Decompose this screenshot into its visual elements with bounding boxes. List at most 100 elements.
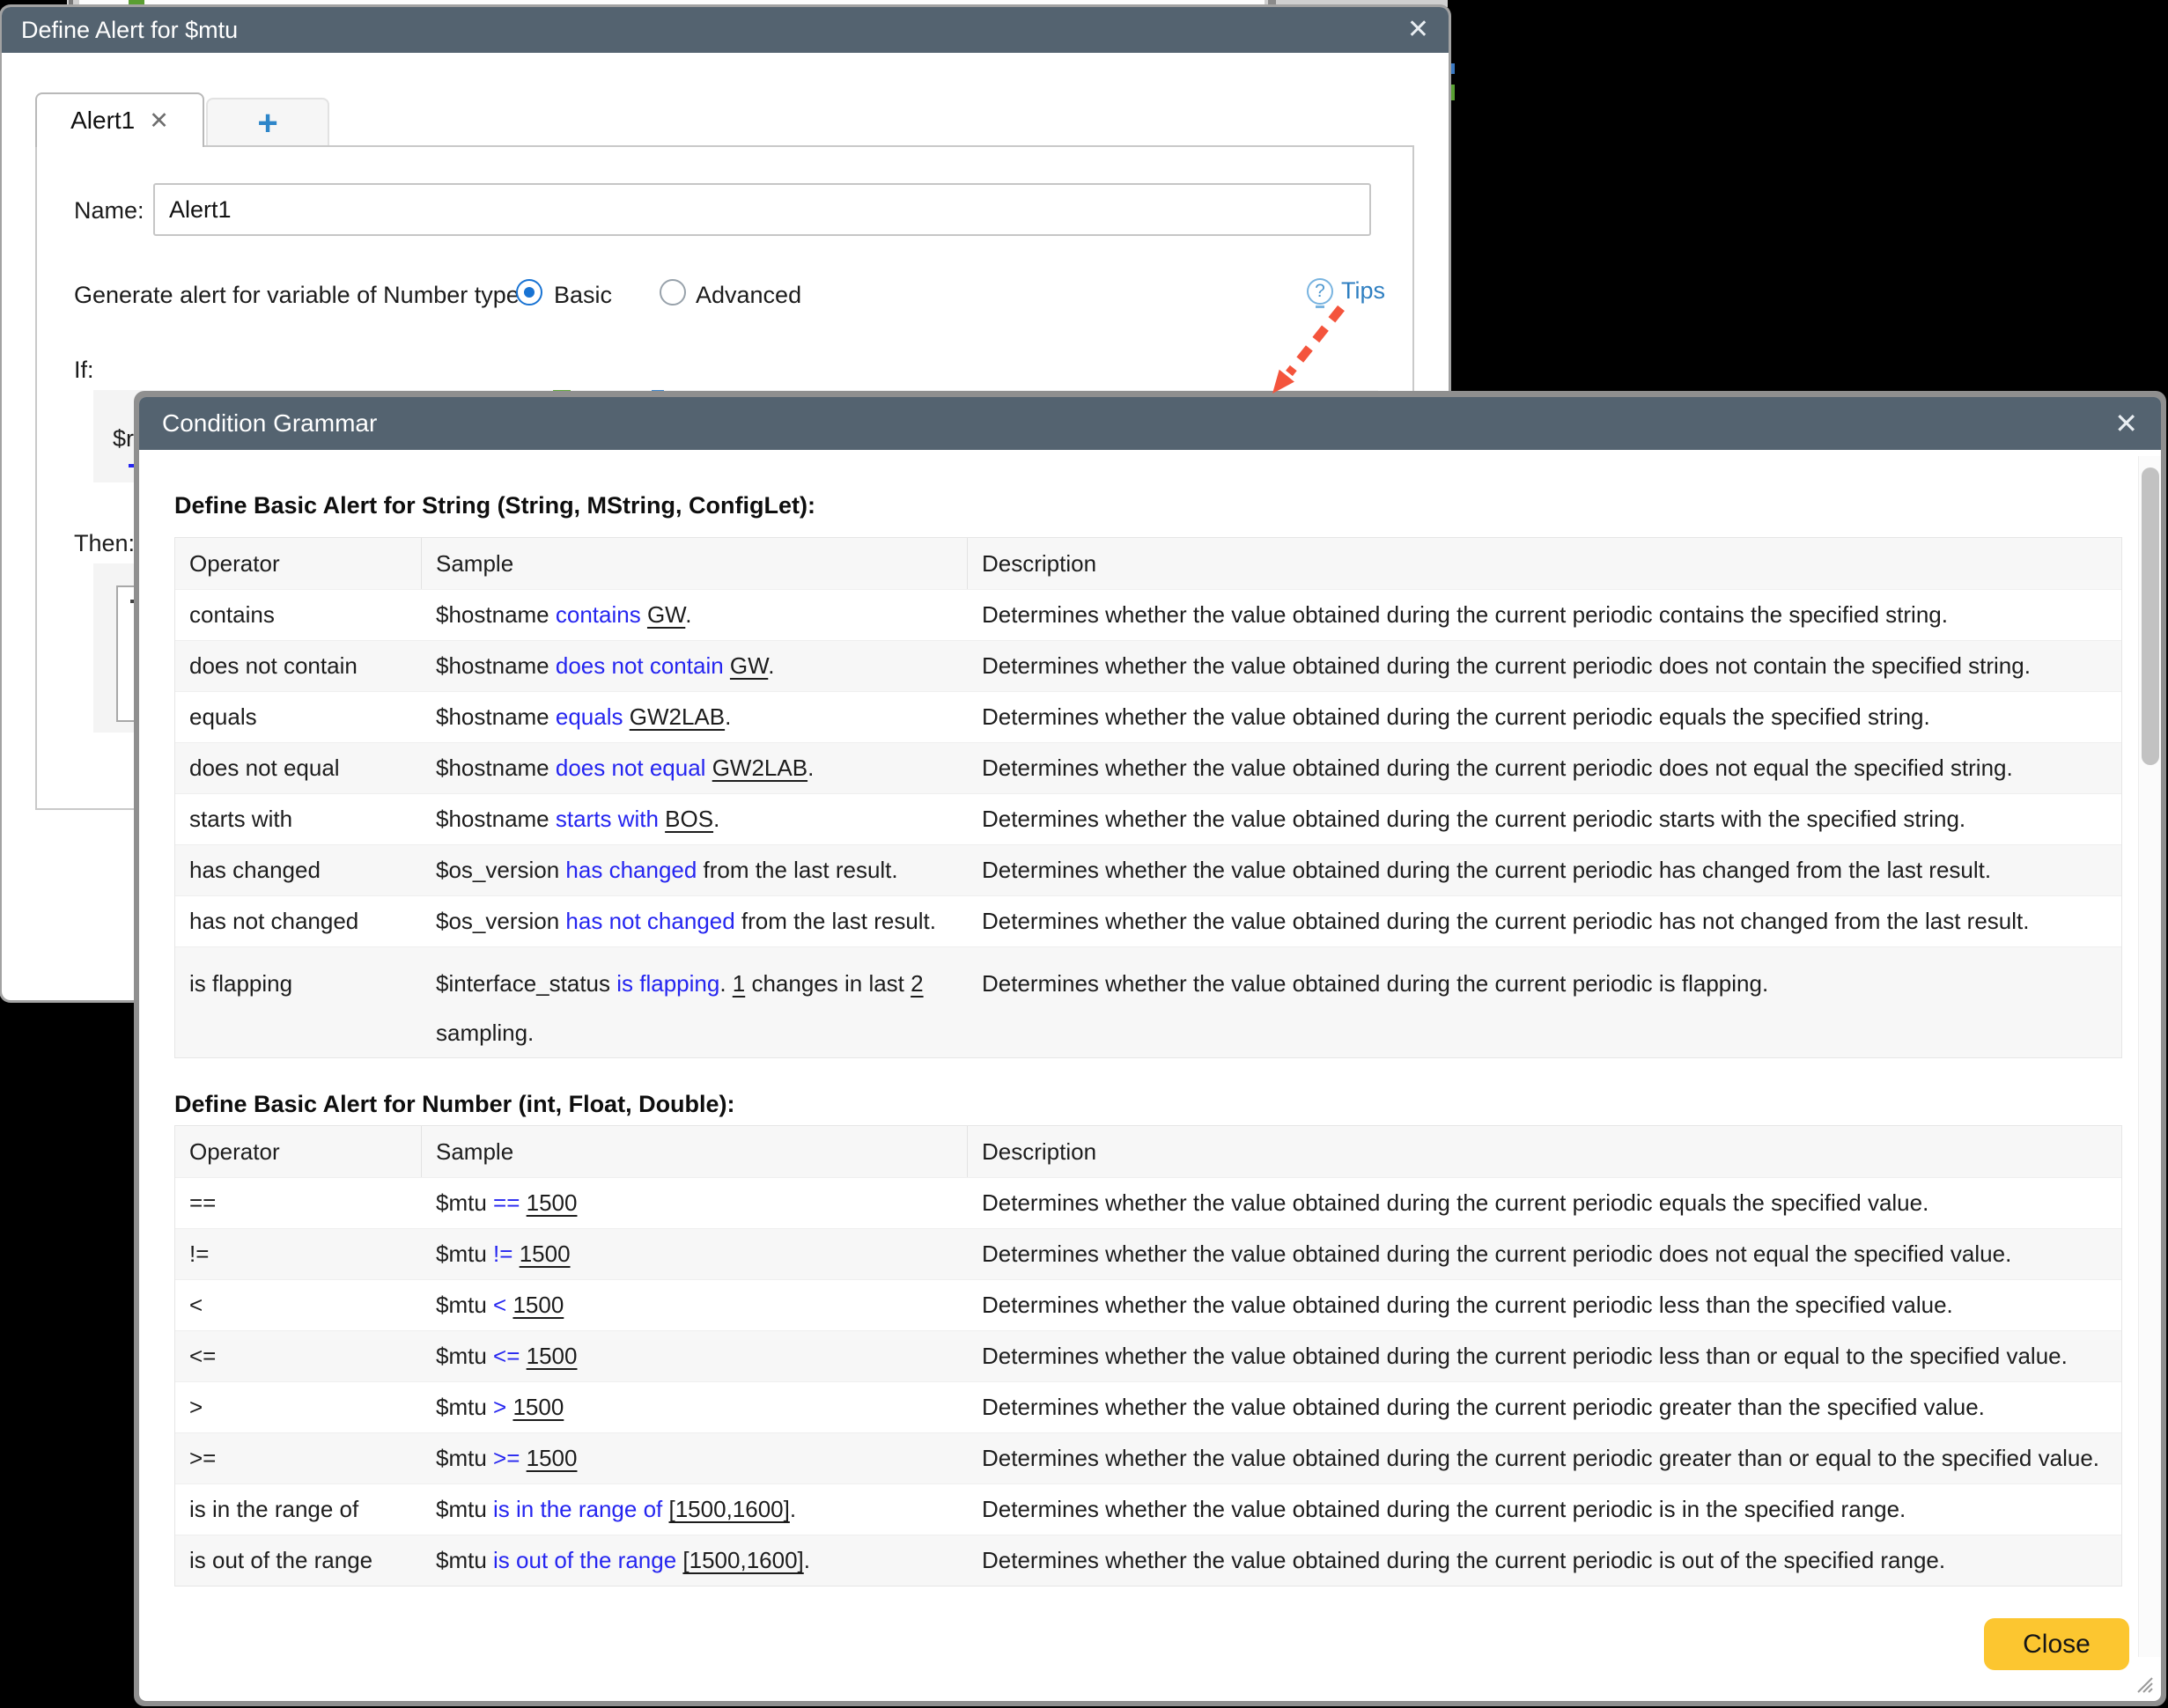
sample-text [513, 1241, 519, 1267]
table-row: <=$mtu <= 1500Determines whether the val… [175, 1330, 2121, 1381]
table-row: contains$hostname contains GW.Determines… [175, 589, 2121, 640]
sample-text [520, 1189, 526, 1216]
sample-keyword-link: > [493, 1394, 506, 1420]
background-fragment [1268, 0, 1276, 7]
sample-cell: $mtu > 1500 [422, 1394, 968, 1421]
sample-value: BOS [665, 806, 713, 832]
background-green-icon-fragment [1449, 85, 1455, 100]
sample-text: $hostname [436, 703, 556, 730]
sample-text: . [804, 1547, 810, 1573]
description-cell: Determines whether the value obtained du… [968, 1343, 2121, 1370]
sample-keyword-link: != [493, 1241, 513, 1267]
table-row: <$mtu < 1500Determines whether the value… [175, 1279, 2121, 1330]
table-row: is flapping$interface_status is flapping… [175, 946, 2121, 1057]
sample-keyword-link: starts with [556, 806, 659, 832]
radio-advanced-label: Advanced [696, 282, 801, 309]
description-cell: Determines whether the value obtained du… [968, 806, 2121, 833]
column-header: Description [968, 1126, 2121, 1177]
sample-value: 1500 [527, 1189, 578, 1216]
column-header: Operator [175, 538, 422, 589]
then-label: Then: [74, 530, 135, 557]
name-label: Name: [74, 197, 144, 225]
sample-cell: $hostname equals GW2LAB. [422, 703, 968, 731]
sample-keyword-link: is flapping [616, 970, 719, 997]
close-icon[interactable]: ✕ [2114, 409, 2138, 438]
sample-text: $mtu [436, 1445, 493, 1471]
sample-text [662, 1496, 668, 1522]
sample-cell: $mtu <= 1500 [422, 1343, 968, 1370]
radio-advanced[interactable] [660, 279, 686, 306]
description-cell: Determines whether the value obtained du… [968, 1292, 2121, 1319]
sample-cell: $interface_status is flapping. 1 changes… [422, 947, 968, 1057]
string-section-heading: Define Basic Alert for String (String, M… [174, 492, 815, 519]
sample-text: $os_version [436, 908, 565, 934]
description-cell: Determines whether the value obtained du… [968, 908, 2121, 935]
sample-cell: $mtu == 1500 [422, 1189, 968, 1217]
column-header: Operator [175, 1126, 422, 1177]
sample-value: GW [730, 652, 768, 679]
sample-value: GW2LAB [712, 755, 807, 781]
sample-value: GW [647, 601, 685, 628]
background-blue-icon-fragment [1449, 63, 1455, 74]
sample-text: $mtu [436, 1343, 493, 1369]
table-row: does not equal$hostname does not equal G… [175, 742, 2121, 793]
sample-text: $mtu [436, 1394, 493, 1420]
radio-basic[interactable] [516, 279, 542, 306]
condition-grammar-title: Condition Grammar [162, 409, 377, 438]
sample-keyword-link: < [493, 1292, 506, 1318]
sample-text: . [790, 1496, 796, 1522]
sample-value: 1500 [513, 1394, 564, 1420]
sample-cell: $mtu < 1500 [422, 1292, 968, 1319]
close-icon[interactable]: ✕ [1407, 17, 1429, 43]
operator-cell: == [175, 1189, 422, 1217]
sample-keyword-link: has not changed [565, 908, 734, 934]
table-header-row: OperatorSampleDescription [175, 1126, 2121, 1177]
sample-text: $os_version [436, 857, 565, 883]
sample-value: 1500 [513, 1292, 564, 1318]
sample-text: . [713, 806, 719, 832]
sample-text [520, 1343, 526, 1369]
table-row: starts with$hostname starts with BOS.Det… [175, 793, 2121, 844]
description-cell: Determines whether the value obtained du… [968, 1394, 2121, 1421]
operator-cell: > [175, 1394, 422, 1421]
sample-text: $hostname [436, 652, 556, 679]
operator-cell: is out of the range [175, 1547, 422, 1574]
sample-value: 1500 [527, 1445, 578, 1471]
operator-cell: is in the range of [175, 1496, 422, 1523]
close-button[interactable]: Close [1984, 1618, 2129, 1670]
sample-text [520, 1445, 526, 1471]
sample-text: from the last result. [697, 857, 897, 883]
tab-add-button[interactable]: + [206, 98, 329, 147]
table-row: is out of the range$mtu is out of the ra… [175, 1535, 2121, 1586]
background-window-edge [79, 0, 1265, 7]
description-cell: Determines whether the value obtained du… [968, 652, 2121, 680]
tips-annotation-arrow [1246, 295, 1361, 405]
sample-text: $mtu [436, 1241, 493, 1267]
alert-name-input[interactable] [153, 183, 1371, 236]
define-alert-title: Define Alert for $mtu [21, 17, 238, 44]
table-row: does not contain$hostname does not conta… [175, 640, 2121, 691]
sample-keyword-link: is in the range of [493, 1496, 662, 1522]
sample-value: 1500 [527, 1343, 578, 1369]
radio-basic-label: Basic [554, 282, 612, 309]
tab-close-icon[interactable]: ✕ [149, 107, 169, 135]
sample-cell: $mtu >= 1500 [422, 1445, 968, 1472]
description-cell: Determines whether the value obtained du… [968, 947, 2121, 1008]
scrollbar-thumb[interactable] [2142, 467, 2159, 765]
sample-value: 2 [911, 970, 923, 997]
plus-icon: + [257, 104, 277, 144]
table-row: has changed$os_version has changed from … [175, 844, 2121, 895]
sample-cell: $os_version has changed from the last re… [422, 857, 968, 884]
operator-cell: contains [175, 601, 422, 629]
if-label: If: [74, 357, 94, 384]
sample-cell: $hostname contains GW. [422, 601, 968, 629]
sample-keyword-link: does not contain [556, 652, 724, 679]
sample-cell: $hostname does not contain GW. [422, 652, 968, 680]
sample-text: . [685, 601, 691, 628]
sample-keyword-link: == [493, 1189, 520, 1216]
resize-handle-icon[interactable] [2135, 1675, 2154, 1694]
column-header: Sample [422, 1126, 968, 1177]
sample-cell: $os_version has not changed from the las… [422, 908, 968, 935]
tab-alert1[interactable]: Alert1 ✕ [35, 92, 204, 147]
column-header: Sample [422, 538, 968, 589]
